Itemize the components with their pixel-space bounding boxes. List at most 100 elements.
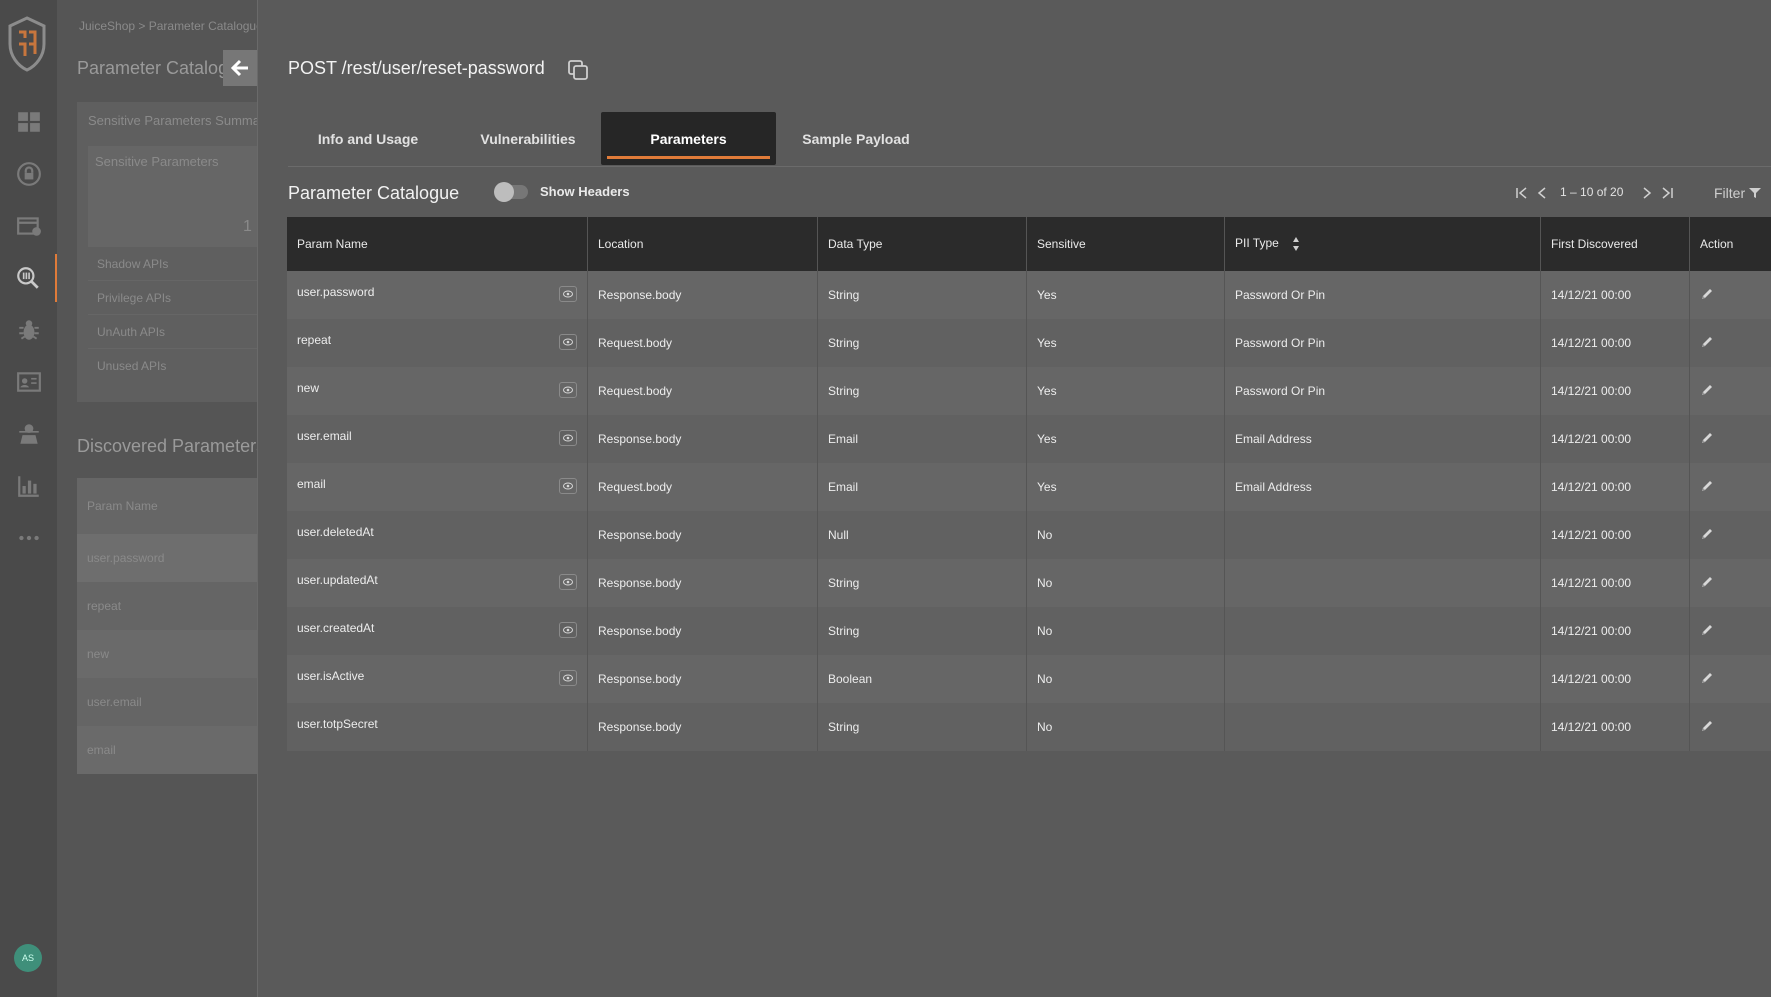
nav-agents[interactable]: [0, 410, 57, 458]
summary-item[interactable]: Shadow APIs: [88, 246, 257, 280]
col-action: Action: [1689, 217, 1771, 271]
col-sensitive[interactable]: Sensitive: [1026, 217, 1225, 271]
edit-icon[interactable]: [1700, 479, 1714, 493]
nav-vulnerabilities[interactable]: [0, 306, 57, 354]
cell-data-type: String: [817, 271, 1027, 319]
cell-sensitive: No: [1026, 607, 1225, 655]
cell-location: Request.body: [587, 463, 818, 511]
nav-more[interactable]: [0, 514, 57, 562]
sort-icon[interactable]: [1292, 236, 1300, 252]
edit-icon[interactable]: [1700, 575, 1714, 589]
back-button[interactable]: [223, 50, 257, 86]
prev-page-button[interactable]: [1533, 184, 1551, 202]
cell-first-discovered: 14/12/21 00:00: [1540, 463, 1690, 511]
discovered-row[interactable]: user.password: [77, 534, 257, 582]
cell-sensitive: No: [1026, 703, 1225, 751]
edit-icon[interactable]: [1700, 719, 1714, 733]
cell-data-type: Email: [817, 415, 1027, 463]
eye-icon[interactable]: [559, 478, 577, 494]
cell-param-name: user.totpSecret: [287, 703, 588, 751]
cell-pii-type: [1224, 511, 1541, 559]
edit-icon[interactable]: [1700, 623, 1714, 637]
table-row[interactable]: user.updatedAt Response.body String No 14/12…: [287, 559, 1771, 607]
edit-icon[interactable]: [1700, 431, 1714, 445]
cell-action: [1689, 319, 1771, 367]
eye-icon[interactable]: [559, 670, 577, 686]
cell-first-discovered: 14/12/21 00:00: [1540, 415, 1690, 463]
tab-info-and-usage[interactable]: Info and Usage: [288, 112, 448, 165]
summary-item[interactable]: Privilege APIs: [88, 280, 257, 314]
filter-button[interactable]: Filter: [1714, 185, 1762, 201]
edit-icon[interactable]: [1700, 335, 1714, 349]
cell-pii-type: Password Or Pin: [1224, 319, 1541, 367]
cell-location: Response.body: [587, 703, 818, 751]
nav-parameter-catalogue[interactable]: [0, 254, 57, 302]
col-pii-type[interactable]: PII Type: [1224, 217, 1541, 271]
table-row[interactable]: new Request.body String Yes Password Or Pin 1…: [287, 367, 1771, 415]
cell-pii-type: Password Or Pin: [1224, 367, 1541, 415]
cell-sensitive: No: [1026, 655, 1225, 703]
cell-param-name: user.email: [287, 415, 588, 463]
col-first-discovered[interactable]: First Discovered: [1540, 217, 1690, 271]
table-row[interactable]: user.deletedAt Response.body Null No 14/12/2…: [287, 511, 1771, 559]
discovered-row[interactable]: repeat: [77, 582, 257, 630]
eye-icon[interactable]: [559, 286, 577, 302]
nav-dashboard[interactable]: [0, 98, 57, 146]
eye-icon[interactable]: [559, 382, 577, 398]
cell-data-type: Email: [817, 463, 1027, 511]
cell-data-type: String: [817, 559, 1027, 607]
first-page-button[interactable]: [1513, 184, 1531, 202]
nav-users[interactable]: [0, 358, 57, 406]
nav-api-inventory[interactable]: [0, 202, 57, 250]
cell-action: [1689, 463, 1771, 511]
param-name: new: [297, 381, 320, 395]
discovered-header: Param Name: [77, 478, 257, 534]
table-row[interactable]: email Request.body Email Yes Email Address 14…: [287, 463, 1771, 511]
nav-reports[interactable]: [0, 462, 57, 510]
eye-icon[interactable]: [559, 622, 577, 638]
table-row[interactable]: user.isActive Response.body Boolean No 14/12…: [287, 655, 1771, 703]
edit-icon[interactable]: [1700, 287, 1714, 301]
tab-vulnerabilities[interactable]: Vulnerabilities: [448, 112, 608, 165]
table-row[interactable]: user.totpSecret Response.body String No 14/1…: [287, 703, 1771, 751]
nav-security[interactable]: [0, 150, 57, 198]
cell-action: [1689, 655, 1771, 703]
show-headers-toggle[interactable]: [494, 182, 528, 202]
bar-chart-icon: [17, 476, 39, 497]
param-search-icon: [16, 267, 39, 289]
last-page-button[interactable]: [1658, 184, 1676, 202]
table-row[interactable]: user.password Response.body String Yes Passw…: [287, 271, 1771, 319]
eye-icon[interactable]: [559, 430, 577, 446]
col-location[interactable]: Location: [587, 217, 818, 271]
col-data-type[interactable]: Data Type: [817, 217, 1027, 271]
discovered-row[interactable]: email: [77, 726, 257, 774]
filter-icon: [1749, 188, 1762, 198]
cell-pii-type: [1224, 703, 1541, 751]
cell-location: Response.body: [587, 415, 818, 463]
user-avatar[interactable]: AS: [14, 944, 42, 972]
summary-title: Sensitive Parameters Summary: [88, 113, 257, 128]
cell-data-type: String: [817, 367, 1027, 415]
copy-icon[interactable]: [567, 59, 589, 81]
arrow-left-icon: [230, 59, 248, 77]
eye-icon[interactable]: [559, 334, 577, 350]
agent-icon: [18, 424, 39, 444]
cell-first-discovered: 14/12/21 00:00: [1540, 607, 1690, 655]
edit-icon[interactable]: [1700, 383, 1714, 397]
more-icon: [18, 535, 39, 541]
edit-icon[interactable]: [1700, 527, 1714, 541]
table-row[interactable]: repeat Request.body String Yes Password Or P…: [287, 319, 1771, 367]
col-param-name[interactable]: Param Name: [287, 217, 588, 271]
eye-icon[interactable]: [559, 574, 577, 590]
tab-sample-payload[interactable]: Sample Payload: [776, 112, 936, 165]
summary-item[interactable]: UnAuth APIs: [88, 314, 257, 348]
edit-icon[interactable]: [1700, 671, 1714, 685]
discovered-row[interactable]: user.email: [77, 678, 257, 726]
table-row[interactable]: user.email Response.body Email Yes Email Add…: [287, 415, 1771, 463]
summary-item[interactable]: Unused APIs: [88, 348, 257, 382]
discovered-row[interactable]: new: [77, 630, 257, 678]
tab-parameters[interactable]: Parameters: [601, 112, 776, 165]
app-logo-icon[interactable]: [6, 16, 48, 72]
table-row[interactable]: user.createdAt Response.body String No 14/12…: [287, 607, 1771, 655]
next-page-button[interactable]: [1638, 184, 1656, 202]
